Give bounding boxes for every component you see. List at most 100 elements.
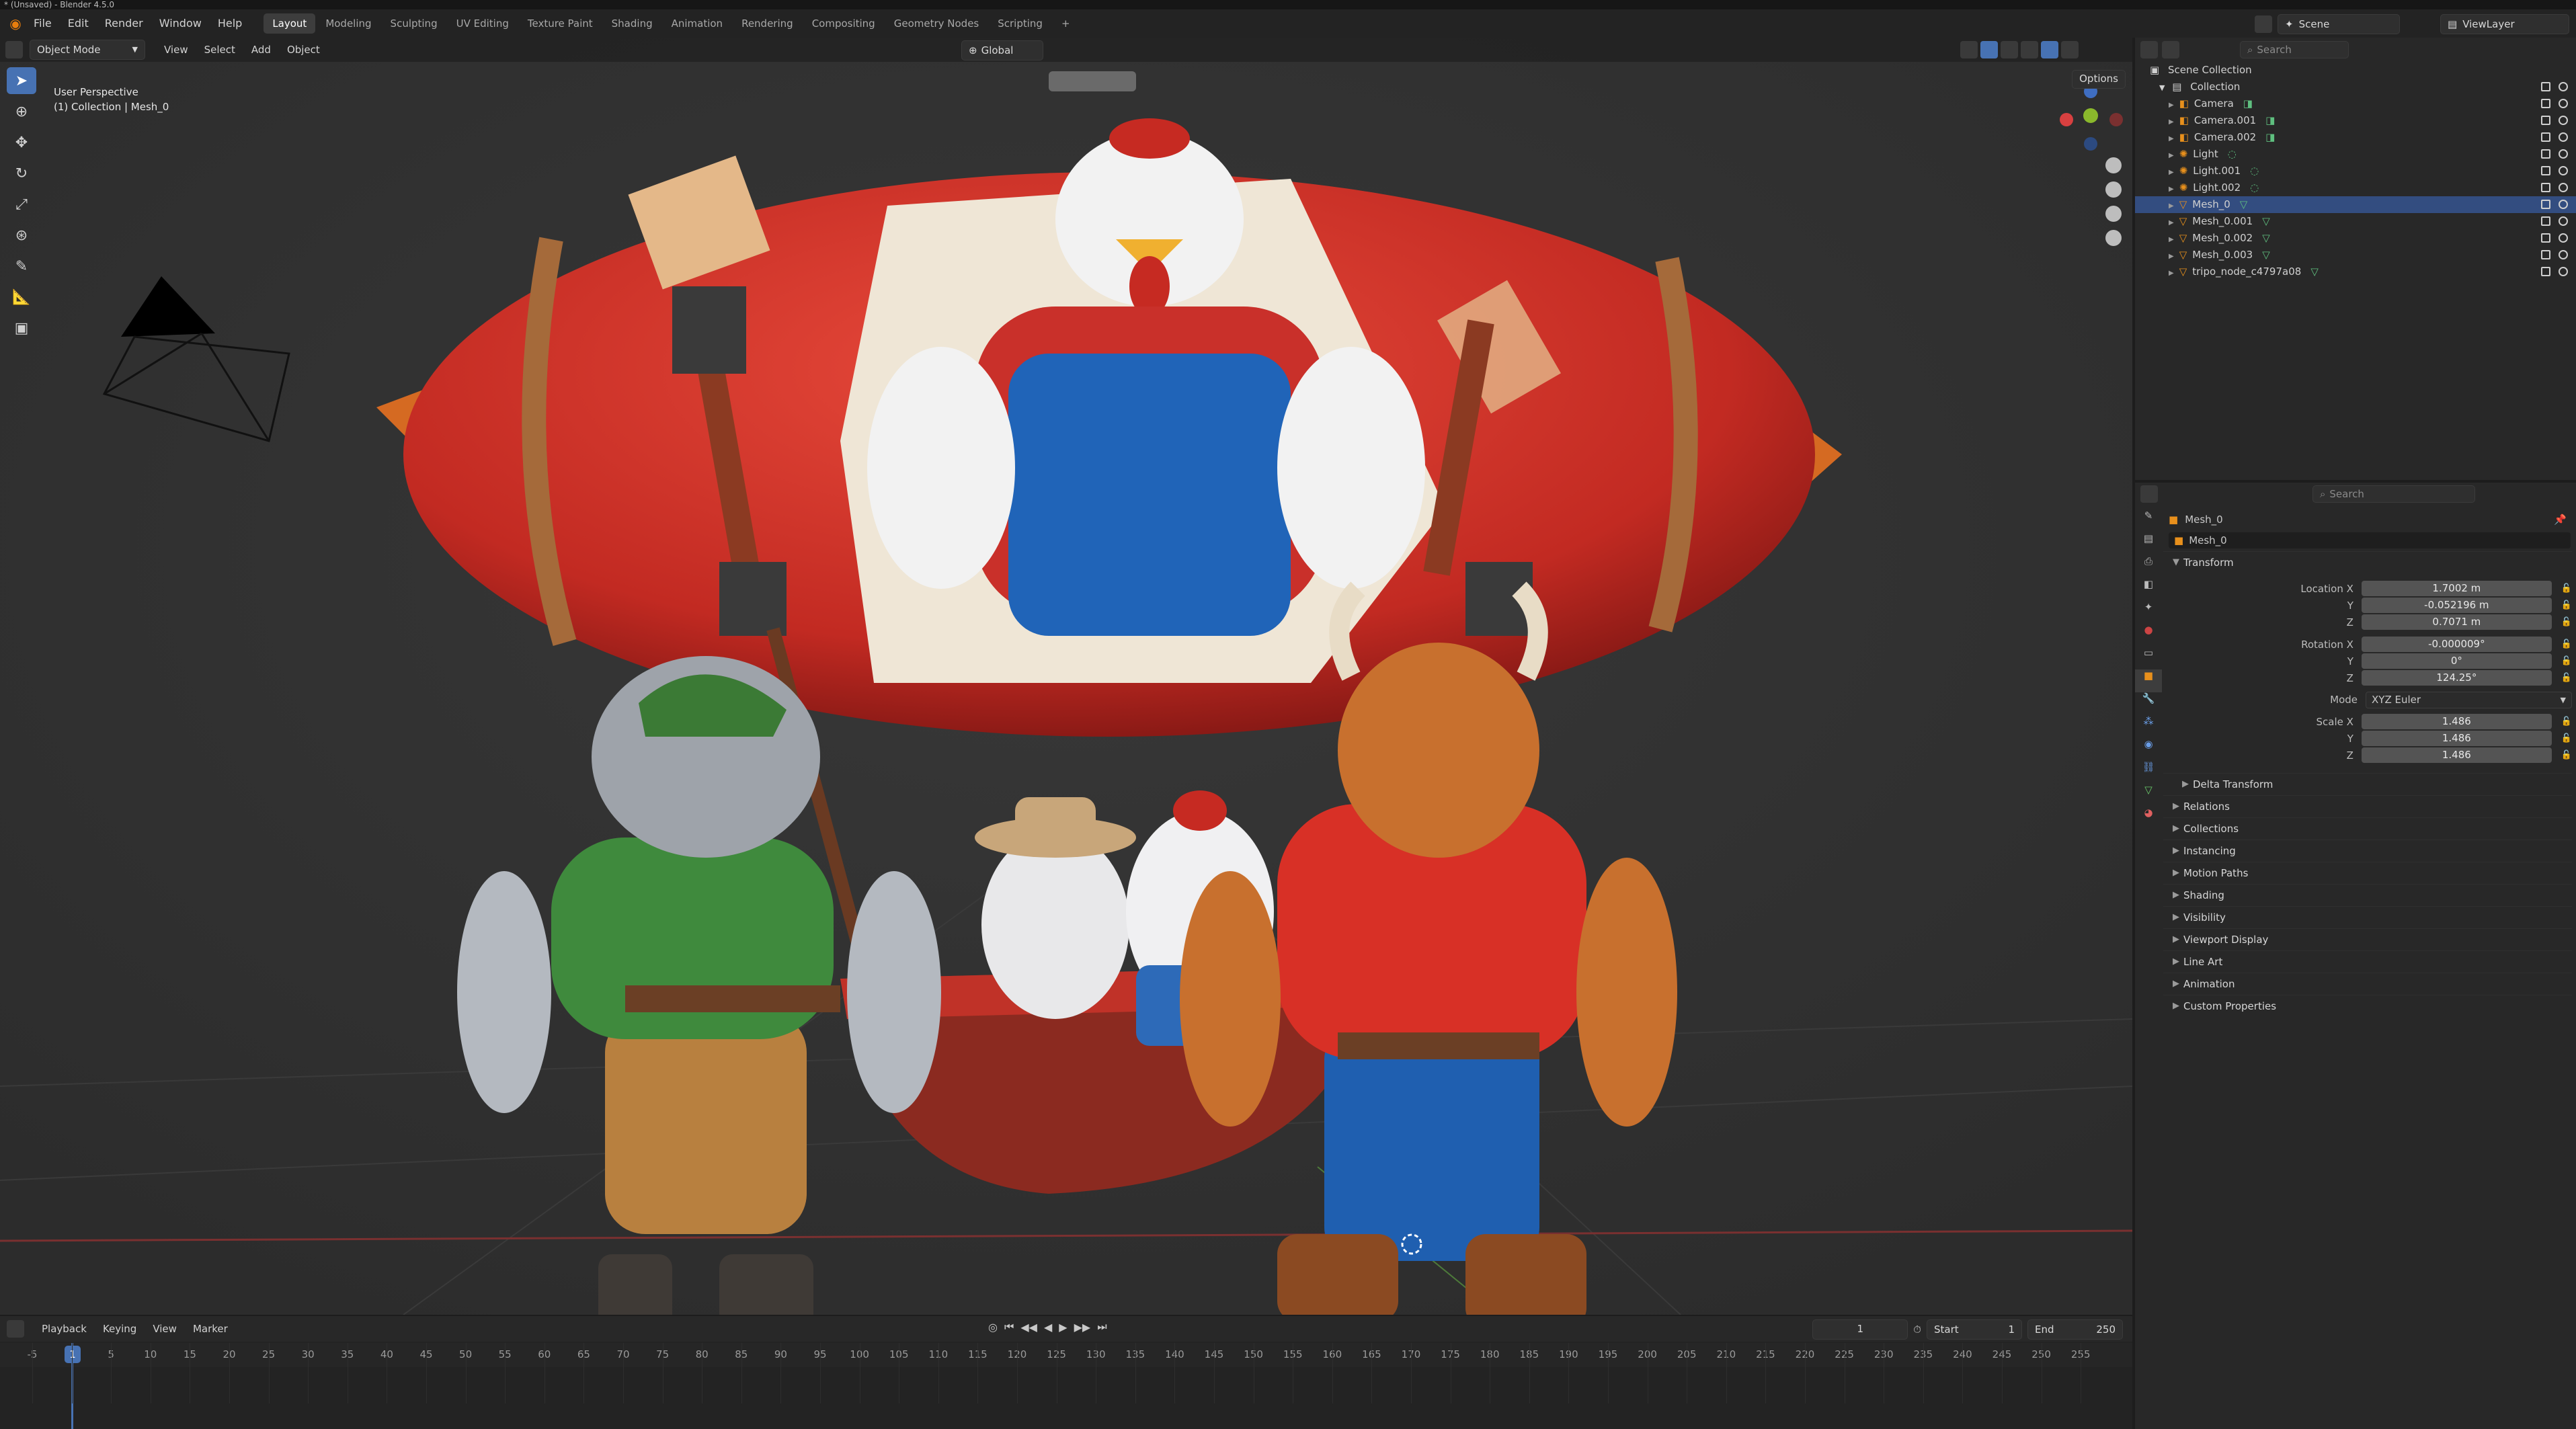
tab-compositing[interactable]: Compositing [803, 13, 884, 34]
properties-search[interactable]: ⌕ Search [2312, 485, 2475, 503]
eye-icon[interactable] [2559, 200, 2568, 209]
outliner-item-light-001[interactable]: ▶ ✺ Light.001 ◌ [2135, 163, 2576, 179]
viewport-menu-view[interactable]: View [156, 38, 196, 62]
timeline-editor[interactable]: Playback Keying View Marker ◎ ⏮ ◀◀ ◀ ▶ ▶▶ ⏭… [0, 1316, 2132, 1429]
jump-end-icon[interactable]: ⏭ [1097, 1320, 1106, 1334]
tab-geometry-nodes[interactable]: Geometry Nodes [885, 13, 988, 34]
menu-help[interactable]: Help [210, 9, 250, 38]
camera-render-icon[interactable] [2541, 132, 2550, 142]
mesh-data-icon[interactable]: ▽ [2262, 232, 2270, 244]
jump-start-icon[interactable]: ⏮ [1004, 1320, 1014, 1334]
tab-layout[interactable]: Layout [264, 13, 316, 34]
rotation-mode-dropdown[interactable]: XYZ Euler ▼ [2366, 691, 2572, 708]
panel-animation[interactable]: ▶ Animation [2163, 973, 2572, 995]
shading-wireframe-icon[interactable] [2001, 41, 2018, 58]
end-frame-field[interactable]: End 250 [2027, 1319, 2123, 1340]
tool-tab-icon[interactable]: ✎ [2135, 509, 2162, 532]
view-layer-tab-icon[interactable]: ◧ [2135, 578, 2162, 601]
constraints-tab-icon[interactable]: ⛓ [2135, 761, 2162, 784]
camera-render-icon[interactable] [2541, 149, 2550, 159]
timeline-menu-view[interactable]: View [145, 1316, 185, 1342]
shading-material-icon[interactable] [2041, 41, 2058, 58]
rotation-z-field[interactable]: 124.25° [2361, 670, 2552, 686]
play-icon[interactable]: ▶ [1059, 1321, 1067, 1334]
chevron-right-icon[interactable]: ▶ [2169, 236, 2174, 243]
outliner-editor[interactable]: ⌕ Search ▣ Scene Collection ▼ ▤ Collecti… [2135, 38, 2576, 480]
annotate-tool[interactable]: ✎ [7, 253, 36, 280]
cursor-tool[interactable]: ⊕ [7, 98, 36, 125]
chevron-right-icon[interactable]: ▶ [2169, 169, 2174, 176]
chevron-down-icon[interactable]: ▼ [2159, 83, 2165, 92]
outliner-item-camera-002[interactable]: ▶ ◧ Camera.002 ◨ [2135, 129, 2576, 146]
chevron-right-icon[interactable]: ▶ [2169, 202, 2174, 210]
outliner-item-mesh-0-001[interactable]: ▶ ▽ Mesh_0.001 ▽ [2135, 213, 2576, 230]
tab-modeling[interactable]: Modeling [317, 13, 380, 34]
lock-icon[interactable]: 🔓 [2561, 617, 2572, 627]
camera-render-icon[interactable] [2541, 166, 2550, 175]
tab-shading[interactable]: Shading [603, 13, 661, 34]
physics-tab-icon[interactable]: ◉ [2135, 738, 2162, 761]
playhead-frame-badge[interactable]: 1 [65, 1346, 81, 1363]
menu-render[interactable]: Render [97, 9, 151, 38]
world-tab-icon[interactable]: ● [2135, 624, 2162, 647]
light-data-icon[interactable]: ◌ [2228, 148, 2237, 160]
clock-icon[interactable]: ⏱ [1913, 1323, 1921, 1336]
options-button[interactable]: Options [2072, 70, 2126, 89]
scene-collection-row[interactable]: ▣ Scene Collection [2135, 62, 2576, 79]
panel-shading[interactable]: ▶ Shading [2163, 884, 2572, 906]
rotate-tool[interactable]: ↻ [7, 160, 36, 187]
particles-tab-icon[interactable]: ⁂ [2135, 715, 2162, 738]
lock-icon[interactable]: 🔓 [2561, 600, 2572, 610]
pin-icon[interactable]: 📌 [2554, 514, 2567, 526]
timeline-menu-keying[interactable]: Keying [95, 1316, 145, 1342]
outliner-item-mesh-0-003[interactable]: ▶ ▽ Mesh_0.003 ▽ [2135, 247, 2576, 263]
camera-render-icon[interactable] [2541, 99, 2550, 108]
camera-render-icon[interactable] [2541, 200, 2550, 209]
panel-viewport-display[interactable]: ▶ Viewport Display [2163, 928, 2572, 950]
measure-tool[interactable]: 📐 [7, 284, 36, 311]
lock-icon[interactable]: 🔓 [2561, 733, 2572, 743]
gizmo-toggle-icon[interactable] [1980, 41, 1998, 58]
camera-render-icon[interactable] [2541, 233, 2550, 243]
viewport-menu-add[interactable]: Add [243, 38, 279, 62]
eye-icon[interactable] [2559, 116, 2568, 125]
rotation-y-field[interactable]: 0° [2361, 653, 2552, 669]
collection-row[interactable]: ▼ ▤ Collection [2135, 79, 2576, 95]
add-cube-tool[interactable]: ▣ [7, 315, 36, 341]
panel-custom-properties[interactable]: ▶ Custom Properties [2163, 995, 2572, 1017]
camera-render-icon[interactable] [2541, 250, 2550, 259]
camera-data-icon[interactable]: ◨ [2265, 131, 2275, 143]
camera-data-icon[interactable]: ◨ [2243, 97, 2253, 110]
light-data-icon[interactable]: ◌ [2250, 165, 2259, 177]
eye-icon[interactable] [2559, 82, 2568, 91]
scale-y-field[interactable]: 1.486 [2361, 731, 2552, 746]
shading-rendered-icon[interactable] [2061, 41, 2079, 58]
viewport-menu-object[interactable]: Object [279, 38, 328, 62]
transform-panel-header[interactable]: ▼ Transform [2163, 551, 2572, 573]
properties-editor[interactable]: ⌕ Search ✎ ▤ ⎙ ◧ ✦ ● ▭ ■ 🔧 ⁂ ◉ ⛓ ▽ ◕ ■ M… [2135, 483, 2576, 1429]
menu-edit[interactable]: Edit [60, 9, 97, 38]
delta-transform-header[interactable]: ▶ Delta Transform [2163, 773, 2572, 795]
mesh-data-icon[interactable]: ▽ [2310, 266, 2319, 278]
location-y-field[interactable]: -0.052196 m [2361, 598, 2552, 613]
chevron-right-icon[interactable]: ▶ [2169, 270, 2174, 277]
current-frame-field[interactable]: 1 [1812, 1319, 1908, 1340]
eye-icon[interactable] [2559, 233, 2568, 243]
camera-render-icon[interactable] [2541, 82, 2550, 91]
chevron-right-icon[interactable]: ▶ [2169, 101, 2174, 109]
mesh-data-icon[interactable]: ▽ [2262, 249, 2270, 261]
data-tab-icon[interactable]: ▽ [2135, 784, 2162, 807]
panel-line-art[interactable]: ▶ Line Art [2163, 950, 2572, 973]
tab-scripting[interactable]: Scripting [989, 13, 1051, 34]
tab-uv-editing[interactable]: UV Editing [448, 13, 518, 34]
filter-display-icon[interactable] [2162, 41, 2179, 58]
add-workspace-button[interactable]: + [1053, 13, 1079, 34]
start-frame-field[interactable]: Start 1 [1927, 1319, 2022, 1340]
lock-icon[interactable]: 🔓 [2561, 583, 2572, 594]
editor-type-icon[interactable] [2255, 15, 2272, 33]
menu-file[interactable]: File [26, 9, 60, 38]
timeline-menu-playback[interactable]: Playback [34, 1316, 95, 1342]
blender-logo-icon[interactable]: ◉ [5, 15, 26, 32]
chevron-right-icon[interactable]: ▶ [2169, 186, 2174, 193]
eye-icon[interactable] [2559, 183, 2568, 192]
